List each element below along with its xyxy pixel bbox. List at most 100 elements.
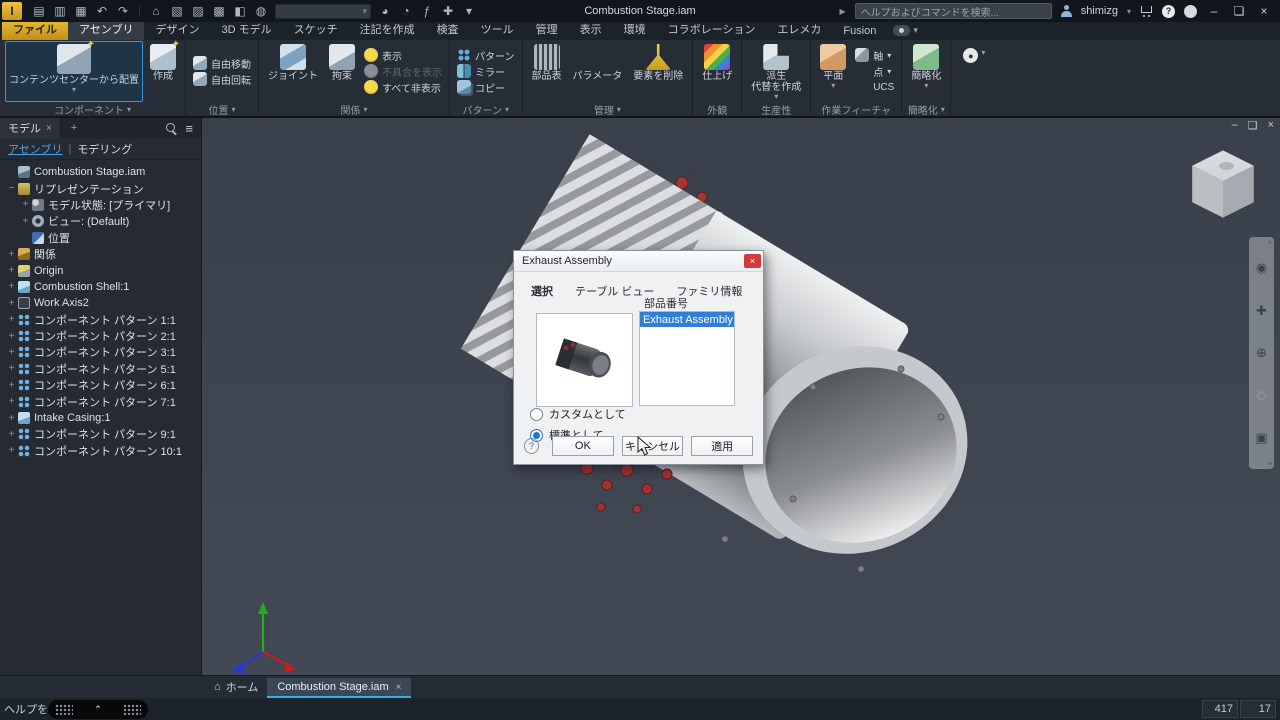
color-wheel-1-icon[interactable]: ◕: [378, 4, 392, 18]
ribbon-group-label-作業フィーチャ[interactable]: 作業フィーチャ: [816, 102, 896, 116]
tree-item[interactable]: −リプレゼンテーション: [0, 180, 201, 196]
expand-icon[interactable]: +: [6, 445, 17, 456]
expand-icon[interactable]: +: [20, 199, 31, 210]
expand-icon[interactable]: +: [6, 429, 17, 440]
user-menu-caret-icon[interactable]: ▾: [1127, 7, 1131, 16]
undo-icon[interactable]: ↶: [95, 4, 109, 18]
ribbon-button-UCS[interactable]: UCS: [853, 80, 896, 95]
group-caret-icon[interactable]: ▾: [231, 105, 235, 114]
home-icon[interactable]: ⌂: [149, 4, 163, 18]
dialog-help-icon[interactable]: ?: [524, 438, 539, 454]
ribbon-group-label-パターン[interactable]: パターン▾: [455, 102, 517, 116]
expand-icon[interactable]: +: [6, 314, 17, 325]
navbar-expand-icon[interactable]: ▾: [1268, 460, 1272, 468]
dropdown-caret-icon[interactable]: ▾: [774, 93, 778, 100]
group-caret-icon[interactable]: ▾: [363, 105, 367, 114]
person-green-icon[interactable]: ◧: [233, 4, 247, 18]
tree-item[interactable]: +コンポーネント パターン 5:1: [0, 361, 201, 377]
tree-item[interactable]: +コンポーネント パターン 9:1: [0, 426, 201, 442]
close-button[interactable]: ×: [1256, 4, 1272, 18]
tree-item[interactable]: +コンポーネント パターン 6:1: [0, 377, 201, 393]
tab-3D モデル[interactable]: 3D モデル: [210, 19, 282, 40]
ribbon-group-label-生産性[interactable]: 生産性: [747, 102, 805, 116]
tree-item[interactable]: +ビュー: (Default): [0, 213, 201, 229]
dropdown-caret-icon[interactable]: ▾: [72, 86, 76, 93]
browser-menu-icon[interactable]: ≡: [185, 121, 193, 136]
tab-Fusion[interactable]: Fusion: [832, 23, 887, 40]
ribbon-group-label-関係[interactable]: 関係▾: [264, 102, 444, 116]
radio-カスタムとして[interactable]: カスタムとして: [530, 406, 626, 422]
ribbon-group-label-コンポーネント[interactable]: コンポーネント▾: [5, 102, 180, 116]
tree-item[interactable]: +モデル状態: [プライマリ]: [0, 197, 201, 213]
tree-item[interactable]: +Intake Casing:1: [0, 410, 201, 426]
add-icon[interactable]: ✚: [441, 4, 455, 18]
expand-icon[interactable]: +: [6, 413, 17, 424]
ribbon-button-部品表[interactable]: 部品表: [528, 41, 566, 102]
group-caret-icon[interactable]: ▾: [505, 105, 509, 114]
panel-display-toggle[interactable]: ▾: [893, 25, 918, 40]
ribbon-button-点[interactable]: 点 ▾: [853, 64, 896, 79]
restore-button[interactable]: ❏: [1231, 4, 1247, 18]
feedback-icon[interactable]: [1184, 5, 1197, 18]
part-number-row[interactable]: Exhaust Assembly: [640, 312, 734, 327]
render-icon[interactable]: ▨: [191, 4, 205, 18]
ribbon-button-パターン[interactable]: パターン: [455, 48, 517, 63]
active-document-tab[interactable]: Combustion Stage.iam ×: [267, 678, 411, 698]
dropdown-caret-icon[interactable]: ▾: [831, 82, 835, 89]
user-name[interactable]: shimizg: [1081, 5, 1118, 17]
inventor-app-button[interactable]: I: [2, 2, 22, 20]
shared-view-icon[interactable]: ▧: [170, 4, 184, 18]
new-file-icon[interactable]: ▤: [32, 4, 46, 18]
tab-コラボレーション[interactable]: コラボレーション: [657, 19, 767, 40]
tree-item[interactable]: +コンポーネント パターン 3:1: [0, 344, 201, 360]
tab-アセンブリ[interactable]: アセンブリ: [68, 19, 144, 40]
video-player-overlay[interactable]: ⌃: [48, 700, 148, 719]
expand-icon[interactable]: +: [6, 331, 17, 342]
ribbon-button-拘束[interactable]: 拘束: [325, 41, 359, 102]
dialog-title-bar[interactable]: Exhaust Assembly ×: [514, 251, 763, 272]
ribbon-button-自由回転[interactable]: 自由回転: [191, 72, 253, 87]
ribbon-button-すべて非表示[interactable]: すべて非表示: [362, 80, 444, 95]
fx-icon[interactable]: ƒ: [420, 4, 434, 18]
tab-model[interactable]: モデル ×: [0, 117, 61, 139]
ribbon-group-label-位置[interactable]: 位置▾: [191, 102, 253, 116]
browser-search-icon[interactable]: [166, 123, 177, 134]
ribbon-button-作成[interactable]: 作成: [146, 41, 180, 102]
video-expand-icon[interactable]: ⌃: [94, 704, 102, 715]
ribbon-button-要素を削除[interactable]: 要素を削除: [629, 41, 687, 102]
panel-toggle-icon[interactable]: [893, 25, 910, 36]
zoom-icon[interactable]: ⊕: [1256, 345, 1267, 361]
ribbon-button-自由移動[interactable]: 自由移動: [191, 56, 253, 71]
ribbon-button-パラメータ[interactable]: パラメータ: [569, 41, 627, 102]
doc-close-icon[interactable]: ×: [1268, 119, 1274, 132]
part-number-list[interactable]: Exhaust Assembly: [639, 311, 735, 406]
tab-デザイン[interactable]: デザイン: [144, 19, 210, 40]
expand-icon[interactable]: +: [6, 281, 17, 292]
color-wheel-2-icon[interactable]: ◔: [399, 4, 413, 18]
user-avatar-icon[interactable]: [1061, 5, 1072, 17]
collapse-icon[interactable]: −: [6, 183, 17, 194]
cancel-button[interactable]: キャンセル: [622, 436, 684, 456]
help-icon[interactable]: ?: [1162, 5, 1175, 18]
ribbon-group-label-簡略化[interactable]: 簡略化▾: [907, 102, 945, 116]
ribbon-button-軸[interactable]: 軸 ▾: [853, 48, 896, 63]
expand-icon[interactable]: +: [6, 380, 17, 391]
search-expand-icon[interactable]: ▶: [840, 7, 846, 16]
ribbon-button-コピー[interactable]: コピー: [455, 80, 517, 95]
ribbon-button-ミラー[interactable]: ミラー: [455, 64, 517, 79]
tree-item[interactable]: 位置: [0, 230, 201, 246]
doc-restore-icon[interactable]: ❏: [1248, 119, 1258, 132]
dialog-close-button[interactable]: ×: [744, 254, 761, 268]
mode-modeling[interactable]: モデリング: [77, 141, 132, 157]
film-wheel-icon[interactable]: ◍: [254, 4, 268, 18]
tree-item[interactable]: +Origin: [0, 262, 201, 278]
person-slide-icon[interactable]: ▩: [212, 4, 226, 18]
doc-minimize-icon[interactable]: –: [1232, 119, 1238, 132]
store-cart-icon[interactable]: [1140, 5, 1153, 17]
tab-エレメカ[interactable]: エレメカ: [766, 19, 832, 40]
dialog-tab-選択[interactable]: 選択: [531, 283, 553, 299]
save-icon[interactable]: ▦: [74, 4, 88, 18]
panel-toggle-caret-icon[interactable]: ▾: [913, 25, 918, 36]
ribbon-button-コンテンツセンターから配置[interactable]: コンテンツセンターから配置▾: [5, 41, 143, 102]
open-icon[interactable]: ▥: [53, 4, 67, 18]
